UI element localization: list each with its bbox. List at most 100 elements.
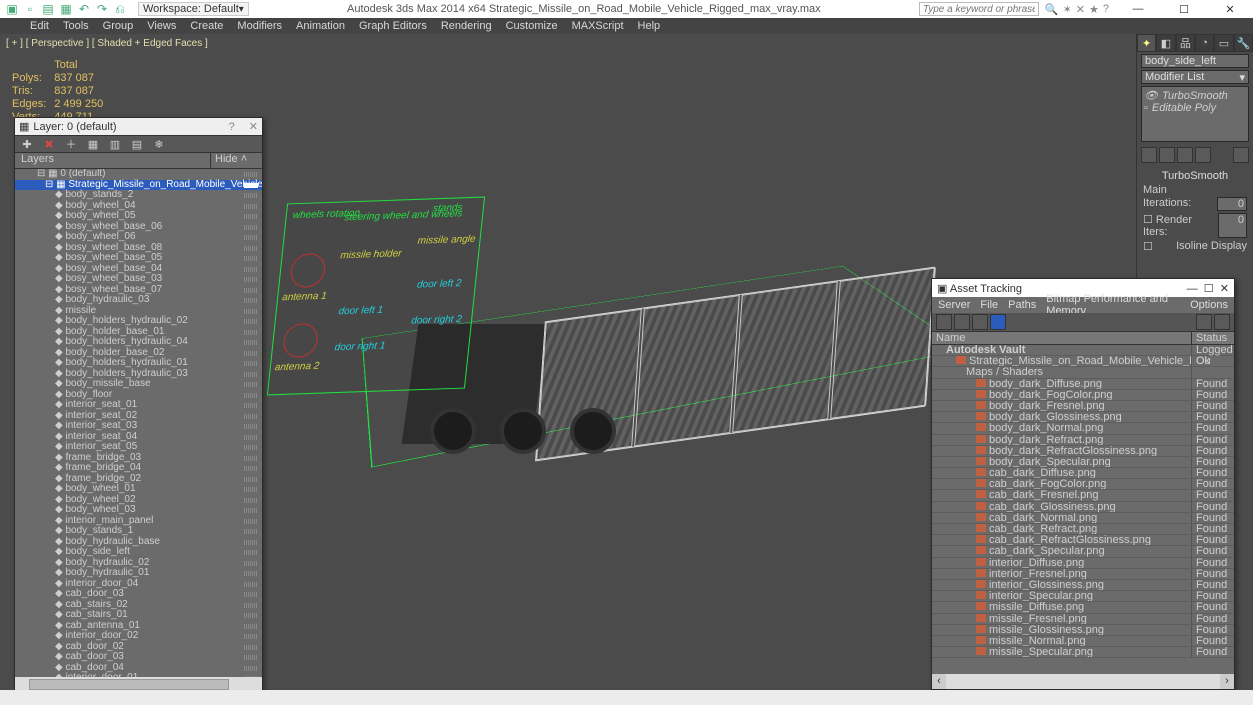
asset-status-icon[interactable] bbox=[1196, 314, 1212, 330]
eye-icon[interactable]: 👁 bbox=[1144, 89, 1158, 102]
menu-grapheditors[interactable]: Graph Editors bbox=[359, 20, 427, 32]
ctrl-door-left1[interactable]: door left 1 bbox=[338, 305, 384, 318]
layer-row[interactable]: ◆ cab_stairs_01 bbox=[15, 610, 262, 621]
asset-rows[interactable]: Autodesk VaultLogged OuStrategic_Missile… bbox=[932, 345, 1234, 674]
new-layer-icon[interactable]: ✚ bbox=[19, 136, 35, 152]
layer-row[interactable]: ◆ body_stands_1 bbox=[15, 526, 262, 537]
modifier-stack[interactable]: 👁TurboSmooth ▫Editable Poly bbox=[1141, 86, 1249, 142]
col-name[interactable]: Name bbox=[932, 332, 1192, 344]
asset-row[interactable]: body_dark_Refract.pngFound bbox=[932, 435, 1234, 446]
asset-menu-server[interactable]: Server bbox=[938, 299, 970, 311]
rollout-turbosmooth[interactable]: TurboSmooth bbox=[1137, 170, 1253, 182]
asset-row[interactable]: interior_Glossiness.pngFound bbox=[932, 580, 1234, 591]
asset-min-icon[interactable]: — bbox=[1187, 283, 1198, 295]
layer-row[interactable]: ◆ body_wheel_04 bbox=[15, 201, 262, 212]
layer-row[interactable]: ◆ body_hydraulic_01 bbox=[15, 568, 262, 579]
app-icon[interactable]: ▣ bbox=[4, 1, 20, 17]
layer-row[interactable]: ◆ interior_seat_05 bbox=[15, 442, 262, 453]
menu-help[interactable]: Help bbox=[638, 20, 661, 32]
asset-row[interactable]: cab_dark_Refract.pngFound bbox=[932, 524, 1234, 535]
close-button[interactable]: ✕ bbox=[1207, 0, 1253, 18]
layer-tree[interactable]: ⊟ ▦ 0 (default)⊟ ▦ Strategic_Missile_on_… bbox=[15, 169, 262, 677]
asset-row[interactable]: body_dark_FogColor.pngFound bbox=[932, 390, 1234, 401]
layer-row[interactable]: ◆ body_holders_hydraulic_02 bbox=[15, 316, 262, 327]
layer-close-icon[interactable]: ✕ bbox=[249, 121, 258, 133]
layer-row[interactable]: ◆ interior_door_02 bbox=[15, 631, 262, 642]
menu-edit[interactable]: Edit bbox=[30, 20, 49, 32]
layer-help-icon[interactable]: ? bbox=[229, 121, 235, 133]
layer-row[interactable]: ◆ interior_main_panel bbox=[15, 516, 262, 527]
open-icon[interactable]: ▤ bbox=[40, 1, 56, 17]
menu-customize[interactable]: Customize bbox=[506, 20, 558, 32]
layer-row[interactable]: ◆ cab_door_03 bbox=[15, 589, 262, 600]
show-end-icon[interactable] bbox=[1159, 147, 1175, 163]
search-input[interactable] bbox=[919, 2, 1039, 16]
asset-menu-options[interactable]: Options bbox=[1190, 299, 1228, 311]
tab-modify-icon[interactable]: ◧ bbox=[1156, 34, 1175, 52]
delete-layer-icon[interactable]: ✖ bbox=[41, 136, 57, 152]
layer-row[interactable]: ◆ body_hydraulic_03 bbox=[15, 295, 262, 306]
save-icon[interactable]: ▦ bbox=[58, 1, 74, 17]
undo-icon[interactable]: ↶ bbox=[76, 1, 92, 17]
asset-tree-icon[interactable] bbox=[990, 314, 1006, 330]
ctrl-antenna1[interactable]: antenna 1 bbox=[282, 291, 328, 304]
menu-tools[interactable]: Tools bbox=[63, 20, 89, 32]
modifier-list-dropdown[interactable]: Modifier List▾ bbox=[1141, 70, 1249, 84]
rig-control-panel[interactable]: wheels rotation steering wheel and wheel… bbox=[267, 197, 485, 396]
layer-row[interactable]: ◆ interior_door_04 bbox=[15, 579, 262, 590]
layer-row[interactable]: ◆ body_missile_base bbox=[15, 379, 262, 390]
viewport-label[interactable]: [ + ] [ Perspective ] [ Shaded + Edged F… bbox=[6, 38, 208, 49]
tab-utilities-icon[interactable]: 🔧 bbox=[1234, 34, 1253, 52]
layer-row[interactable]: ◆ body_wheel_03 bbox=[15, 505, 262, 516]
asset-row[interactable]: interior_Fresnel.pngFound bbox=[932, 569, 1234, 580]
asset-tracking-dialog[interactable]: ▣ Asset Tracking — ☐ ✕ Server File Paths… bbox=[931, 278, 1235, 690]
asset-row[interactable]: Maps / Shaders bbox=[932, 367, 1234, 378]
layer-row[interactable]: ◆ cab_door_04 bbox=[15, 663, 262, 674]
asset-refresh-icon[interactable] bbox=[936, 314, 952, 330]
menu-modifiers[interactable]: Modifiers bbox=[237, 20, 282, 32]
col-status[interactable]: Status bbox=[1192, 332, 1234, 344]
remove-mod-icon[interactable] bbox=[1195, 147, 1211, 163]
asset-row[interactable]: cab_dark_Specular.pngFound bbox=[932, 546, 1234, 557]
layer-row[interactable]: ◆ body_wheel_02 bbox=[15, 495, 262, 506]
select-layer-icon[interactable]: ▥ bbox=[107, 136, 123, 152]
freeze-icon[interactable]: ❄ bbox=[151, 136, 167, 152]
asset-max-icon[interactable]: ☐ bbox=[1204, 283, 1214, 295]
asset-row[interactable]: missile_Diffuse.pngFound bbox=[932, 602, 1234, 613]
layer-row[interactable]: ◆ frame_bridge_04 bbox=[15, 463, 262, 474]
layer-row[interactable]: ◆ body_holders_hydraulic_01 bbox=[15, 358, 262, 369]
key-icon[interactable]: ✶ bbox=[1063, 3, 1072, 16]
pin-stack-icon[interactable] bbox=[1141, 147, 1157, 163]
redo-icon[interactable]: ↷ bbox=[94, 1, 110, 17]
layer-row[interactable]: ◆ body_hydraulic_base bbox=[15, 537, 262, 548]
ctrl-door-right1[interactable]: door right 1 bbox=[334, 340, 386, 353]
asset-row[interactable]: cab_dark_FogColor.pngFound bbox=[932, 479, 1234, 490]
layer-dialog-titlebar[interactable]: ▦Layer: 0 (default) ?✕ bbox=[15, 118, 262, 135]
add-to-layer-icon[interactable]: ＋ bbox=[63, 136, 79, 152]
layer-row[interactable]: ◆ frame_bridge_02 bbox=[15, 474, 262, 485]
layer-row[interactable]: ⊟ ▦ 0 (default) bbox=[15, 169, 262, 180]
menu-animation[interactable]: Animation bbox=[296, 20, 345, 32]
asset-row[interactable]: body_dark_Specular.pngFound bbox=[932, 457, 1234, 468]
asset-row[interactable]: Strategic_Missile_on_Road_Mobile_Vehicle… bbox=[932, 356, 1234, 367]
layer-row[interactable]: ◆ cab_antenna_01 bbox=[15, 621, 262, 632]
asset-row[interactable]: missile_Fresnel.pngFound bbox=[932, 614, 1234, 625]
asset-row[interactable]: body_dark_Diffuse.pngFound bbox=[932, 379, 1234, 390]
ctrl-door-right2[interactable]: door right 2 bbox=[411, 314, 463, 327]
asset-close-icon[interactable]: ✕ bbox=[1220, 283, 1229, 295]
col-layers[interactable]: Layers bbox=[15, 153, 211, 168]
menu-views[interactable]: Views bbox=[147, 20, 176, 32]
asset-row[interactable]: missile_Specular.pngFound bbox=[932, 647, 1234, 658]
asset-row[interactable]: cab_dark_Glossiness.pngFound bbox=[932, 502, 1234, 513]
asset-row[interactable]: cab_dark_Normal.pngFound bbox=[932, 513, 1234, 524]
favorite-icon[interactable]: ★ bbox=[1089, 3, 1099, 16]
asset-row[interactable]: cab_dark_RefractGlossiness.pngFound bbox=[932, 535, 1234, 546]
col-hide[interactable]: Hide ˄ bbox=[211, 153, 262, 168]
asset-settings-icon[interactable] bbox=[1214, 314, 1230, 330]
workspace-selector[interactable]: Workspace: Default ▾ bbox=[138, 2, 249, 16]
asset-row[interactable]: cab_dark_Diffuse.pngFound bbox=[932, 468, 1234, 479]
layer-row[interactable]: ◆ body_side_left bbox=[15, 547, 262, 558]
asset-row[interactable]: body_dark_Glossiness.pngFound bbox=[932, 412, 1234, 423]
new-icon[interactable]: ▫ bbox=[22, 1, 38, 17]
asset-menu-file[interactable]: File bbox=[980, 299, 998, 311]
